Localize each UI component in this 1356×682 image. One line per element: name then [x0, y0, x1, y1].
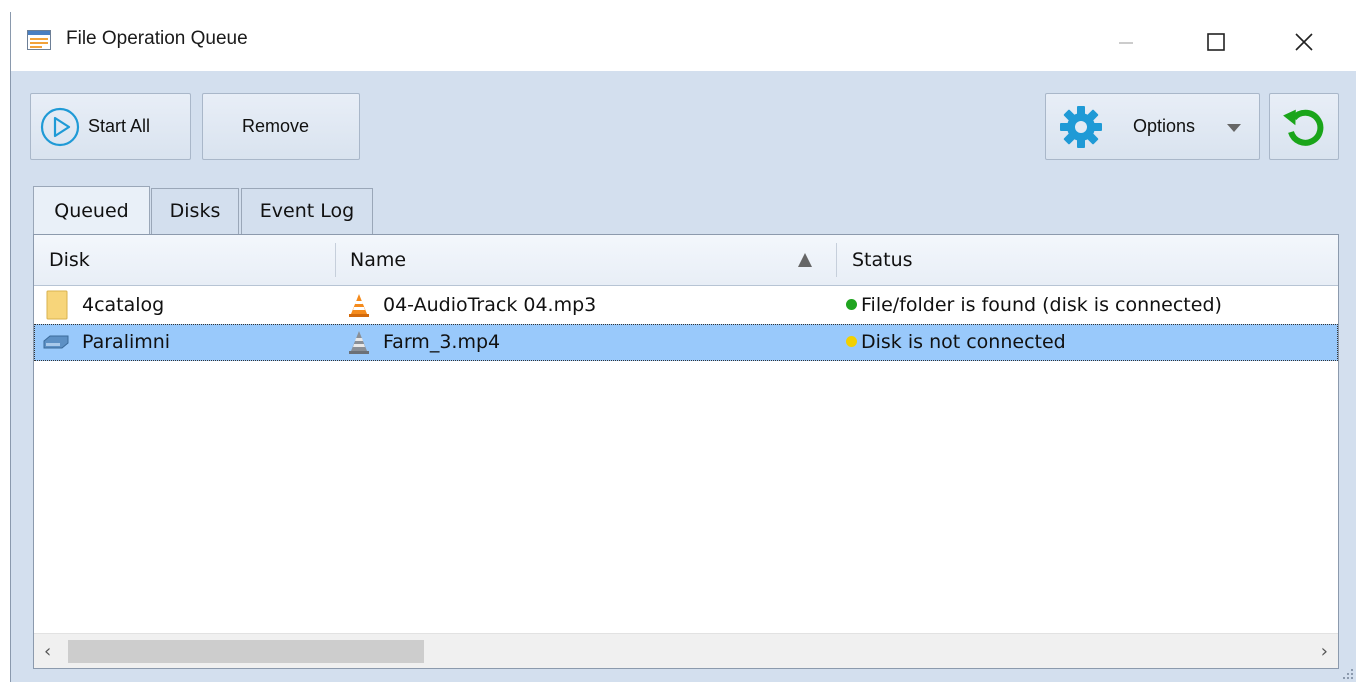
- scroll-right-icon[interactable]: ›: [1321, 641, 1328, 662]
- vlc-cone-gray-icon: [349, 331, 369, 354]
- column-header-name[interactable]: Name: [350, 249, 406, 271]
- table-row-selected[interactable]: Paralimni Farm_3.mp4 Disk is not connect…: [34, 324, 1338, 361]
- play-circle-icon: [40, 107, 80, 147]
- sort-ascending-icon: [798, 253, 812, 267]
- window-title: File Operation Queue: [66, 28, 248, 49]
- tab-disks[interactable]: Disks: [151, 188, 239, 234]
- list-header: Disk Name Status: [34, 235, 1338, 286]
- row-disk: Paralimni: [82, 331, 171, 353]
- start-all-button[interactable]: Start All: [30, 93, 191, 160]
- maximize-icon: [1207, 32, 1225, 51]
- folder-icon: [46, 290, 68, 320]
- gear-icon: [1060, 106, 1102, 148]
- column-divider[interactable]: [836, 243, 837, 277]
- scroll-left-icon[interactable]: ‹: [44, 641, 51, 662]
- dropdown-arrow-icon[interactable]: [1226, 123, 1242, 133]
- status-yellow-icon: [846, 336, 857, 347]
- row-status: File/folder is found (disk is connected): [846, 294, 1222, 316]
- row-name: 04-AudioTrack 04.mp3: [383, 294, 597, 316]
- row-disk: 4catalog: [82, 294, 165, 316]
- row-name: Farm_3.mp4: [383, 331, 501, 353]
- close-button[interactable]: [1269, 12, 1339, 71]
- refresh-button[interactable]: [1269, 93, 1339, 160]
- start-all-label: Start All: [88, 116, 151, 136]
- row-status-text: File/folder is found (disk is connected): [861, 294, 1222, 316]
- remove-label: Remove: [242, 116, 310, 136]
- column-header-status[interactable]: Status: [852, 249, 913, 271]
- tab-queued[interactable]: Queued: [33, 186, 150, 234]
- file-operation-queue-window: File Operation Queue Start All Remove Op…: [10, 12, 1356, 682]
- scrollbar-thumb[interactable]: [68, 640, 424, 663]
- refresh-icon: [1283, 109, 1324, 146]
- remove-button[interactable]: Remove: [202, 93, 360, 160]
- row-status-text: Disk is not connected: [861, 331, 1066, 353]
- options-button[interactable]: Options: [1045, 93, 1260, 160]
- queue-list[interactable]: Disk Name Status 4catalog 04-AudioTrack …: [33, 234, 1339, 669]
- vlc-cone-icon: [349, 294, 369, 317]
- disk-drive-icon: [43, 335, 69, 349]
- options-label: Options: [1133, 116, 1196, 136]
- minimize-button[interactable]: [1091, 12, 1161, 71]
- status-green-icon: [846, 299, 857, 310]
- column-header-disk[interactable]: Disk: [49, 249, 90, 271]
- table-row[interactable]: 4catalog 04-AudioTrack 04.mp3 File/folde…: [34, 287, 1338, 324]
- queue-icon: [27, 30, 51, 50]
- close-icon: [1295, 32, 1313, 51]
- horizontal-scrollbar[interactable]: ‹ ›: [34, 633, 1338, 668]
- column-divider[interactable]: [335, 243, 336, 277]
- title-bar[interactable]: File Operation Queue: [11, 12, 1356, 71]
- resize-grip-icon[interactable]: [1340, 666, 1354, 680]
- row-status: Disk is not connected: [846, 331, 1066, 353]
- tab-event-log[interactable]: Event Log: [241, 188, 373, 234]
- maximize-button[interactable]: [1181, 12, 1251, 71]
- minimize-icon: [1119, 41, 1133, 44]
